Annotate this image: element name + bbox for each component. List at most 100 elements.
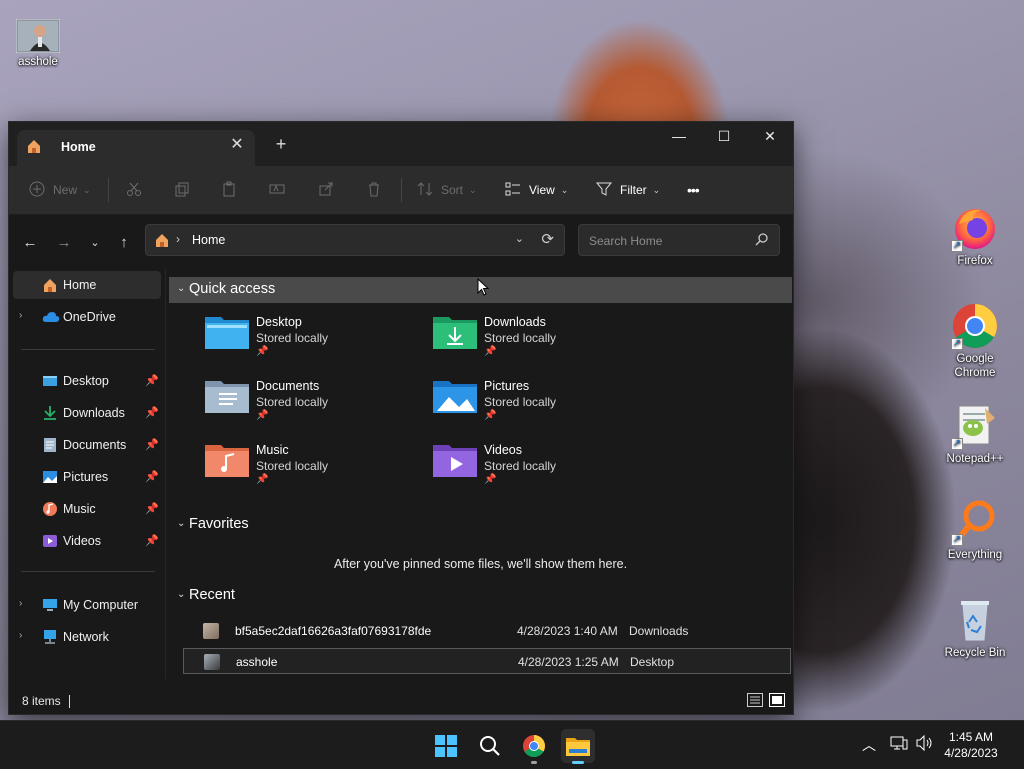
copy-button[interactable] bbox=[174, 178, 190, 202]
section-header-recent[interactable]: ⌄ Recent bbox=[169, 583, 792, 609]
new-button[interactable]: New ⌄ bbox=[29, 178, 91, 202]
tab-home[interactable]: Home ✕ bbox=[17, 130, 255, 166]
taskbar-chrome-button[interactable] bbox=[517, 729, 551, 764]
taskbar-file-explorer-button[interactable] bbox=[561, 729, 595, 764]
refresh-icon[interactable]: ⟳ bbox=[541, 230, 554, 248]
paste-button[interactable] bbox=[221, 178, 237, 202]
tiles-view-button[interactable] bbox=[769, 693, 785, 707]
quick-access-item-videos[interactable]: Videos Stored locally 📌 bbox=[433, 441, 653, 501]
sidebar-item-home[interactable]: Home bbox=[13, 271, 161, 299]
back-button[interactable]: ← bbox=[18, 231, 42, 255]
notepadpp-icon: ↗ bbox=[951, 402, 999, 450]
recent-file-row[interactable]: bf5a5ec2daf16626a3faf07693178fde 4/28/20… bbox=[183, 618, 791, 644]
pin-icon[interactable]: 📌 bbox=[145, 502, 159, 515]
command-bar: New ⌄ Sort ⌄ View ⌄ Filter ⌄ ••• bbox=[9, 166, 793, 215]
expand-chevron-icon[interactable]: › bbox=[19, 598, 22, 609]
sidebar-item-desktop[interactable]: Desktop 📌 bbox=[9, 367, 165, 395]
recent-file-row[interactable]: asshole 4/28/2023 1:25 AM Desktop bbox=[183, 648, 791, 674]
volume-icon[interactable] bbox=[916, 734, 934, 754]
pin-icon[interactable]: 📌 bbox=[145, 534, 159, 547]
sidebar-item-downloads[interactable]: Downloads 📌 bbox=[9, 399, 165, 427]
system-clock[interactable]: 1:45 AM 4/28/2023 bbox=[936, 729, 1006, 761]
network-status-icon[interactable] bbox=[890, 735, 908, 754]
address-bar[interactable]: › Home ⌄ ⟳ bbox=[145, 224, 565, 256]
up-button[interactable]: ↑ bbox=[112, 231, 136, 255]
quick-access-item-pictures[interactable]: Pictures Stored locally 📌 bbox=[433, 377, 653, 437]
quick-access-name: Downloads bbox=[484, 315, 546, 329]
search-box[interactable] bbox=[578, 224, 780, 256]
start-button[interactable] bbox=[429, 729, 463, 763]
sidebar-item-pictures[interactable]: Pictures 📌 bbox=[9, 463, 165, 491]
pin-icon[interactable]: 📌 bbox=[145, 406, 159, 419]
sidebar-item-network[interactable]: › Network bbox=[9, 623, 165, 651]
expand-chevron-icon[interactable]: › bbox=[19, 310, 22, 321]
search-input[interactable] bbox=[587, 231, 751, 251]
pin-icon[interactable]: 📌 bbox=[145, 470, 159, 483]
desktop-icon-label: asshole bbox=[18, 56, 58, 68]
downloads-folder-icon bbox=[433, 313, 477, 352]
document-icon bbox=[42, 437, 58, 456]
expand-chevron-icon[interactable]: › bbox=[19, 630, 22, 641]
breadcrumb-home[interactable]: Home bbox=[192, 233, 225, 247]
sidebar-item-documents[interactable]: Documents 📌 bbox=[9, 431, 165, 459]
sidebar-item-label: Pictures bbox=[63, 470, 109, 484]
file-thumbnail-icon bbox=[203, 623, 219, 639]
address-dropdown-icon[interactable]: ⌄ bbox=[515, 232, 524, 245]
desktop-icon-notepadpp[interactable]: ↗ Notepad++ bbox=[939, 402, 1011, 466]
sidebar-item-music[interactable]: Music 📌 bbox=[9, 495, 165, 523]
delete-button[interactable] bbox=[366, 178, 382, 202]
sidebar-item-my-computer[interactable]: › My Computer bbox=[9, 591, 165, 619]
tab-close-button[interactable]: ✕ bbox=[225, 134, 249, 158]
scissors-icon bbox=[126, 181, 142, 200]
desktop-icon-label: Recycle Bin bbox=[944, 647, 1006, 659]
desktop-icon-firefox[interactable]: ↗ Firefox bbox=[939, 204, 1011, 268]
chevron-down-icon: ⌄ bbox=[83, 184, 91, 195]
recent-locations-button[interactable]: ⌄ bbox=[83, 231, 107, 255]
close-button[interactable]: ✕ bbox=[747, 122, 793, 152]
quick-access-item-desktop[interactable]: Desktop Stored locally 📌 bbox=[205, 313, 425, 373]
desktop-icon-recycle-bin[interactable]: Recycle Bin bbox=[939, 596, 1011, 660]
quick-access-item-music[interactable]: Music Stored locally 📌 bbox=[205, 441, 425, 501]
details-view-button[interactable] bbox=[747, 693, 763, 707]
show-hidden-icons-button[interactable]: ︿ bbox=[862, 735, 876, 755]
recent-file-location: Downloads bbox=[629, 624, 689, 638]
desktop-icon-chrome[interactable]: ↗ Google Chrome bbox=[939, 302, 1011, 380]
address-row: ← → ⌄ ↑ › Home ⌄ ⟳ bbox=[9, 215, 793, 269]
desktop-icon-photo[interactable]: asshole bbox=[2, 18, 74, 69]
sidebar-item-videos[interactable]: Videos 📌 bbox=[9, 527, 165, 555]
share-icon bbox=[318, 181, 334, 200]
shortcut-arrow-icon: ↗ bbox=[951, 438, 963, 450]
view-button[interactable]: View ⌄ bbox=[505, 178, 568, 202]
desktop-icon-everything[interactable]: ↗ Everything bbox=[939, 498, 1011, 562]
chevron-down-icon: ⌄ bbox=[560, 184, 569, 195]
section-header-favorites[interactable]: ⌄ Favorites bbox=[169, 512, 792, 538]
sort-button[interactable]: Sort ⌄ bbox=[417, 178, 477, 202]
new-label: New bbox=[53, 183, 78, 197]
collapse-chevron-icon[interactable]: ⌄ bbox=[177, 518, 185, 529]
filter-label: Filter bbox=[620, 183, 647, 197]
taskbar-search-button[interactable] bbox=[473, 729, 507, 763]
quick-access-item-downloads[interactable]: Downloads Stored locally 📌 bbox=[433, 313, 653, 373]
quick-access-status: Stored locally bbox=[484, 331, 557, 345]
maximize-button[interactable]: ☐ bbox=[701, 122, 747, 152]
filter-button[interactable]: Filter ⌄ bbox=[595, 178, 661, 202]
collapse-chevron-icon[interactable]: ⌄ bbox=[177, 283, 185, 294]
nav-divider bbox=[21, 349, 155, 350]
cut-button[interactable] bbox=[126, 178, 142, 202]
pin-icon[interactable]: 📌 bbox=[145, 438, 159, 451]
collapse-chevron-icon[interactable]: ⌄ bbox=[177, 589, 185, 600]
more-options-button[interactable]: ••• bbox=[687, 178, 700, 202]
chrome-icon bbox=[522, 734, 546, 761]
share-button[interactable] bbox=[318, 178, 334, 202]
pin-icon: 📌 bbox=[256, 346, 269, 357]
quick-access-name: Music bbox=[256, 443, 289, 457]
pin-icon[interactable]: 📌 bbox=[145, 374, 159, 387]
sidebar-item-onedrive[interactable]: › OneDrive bbox=[9, 303, 165, 331]
quick-access-item-documents[interactable]: Documents Stored locally 📌 bbox=[205, 377, 425, 437]
minimize-button[interactable]: — bbox=[656, 122, 702, 152]
forward-button[interactable]: → bbox=[52, 231, 76, 255]
chevron-down-icon: ⌄ bbox=[652, 184, 661, 195]
rename-button[interactable] bbox=[269, 178, 285, 202]
photo-thumbnail bbox=[15, 18, 61, 54]
new-tab-button[interactable]: + bbox=[269, 132, 293, 156]
